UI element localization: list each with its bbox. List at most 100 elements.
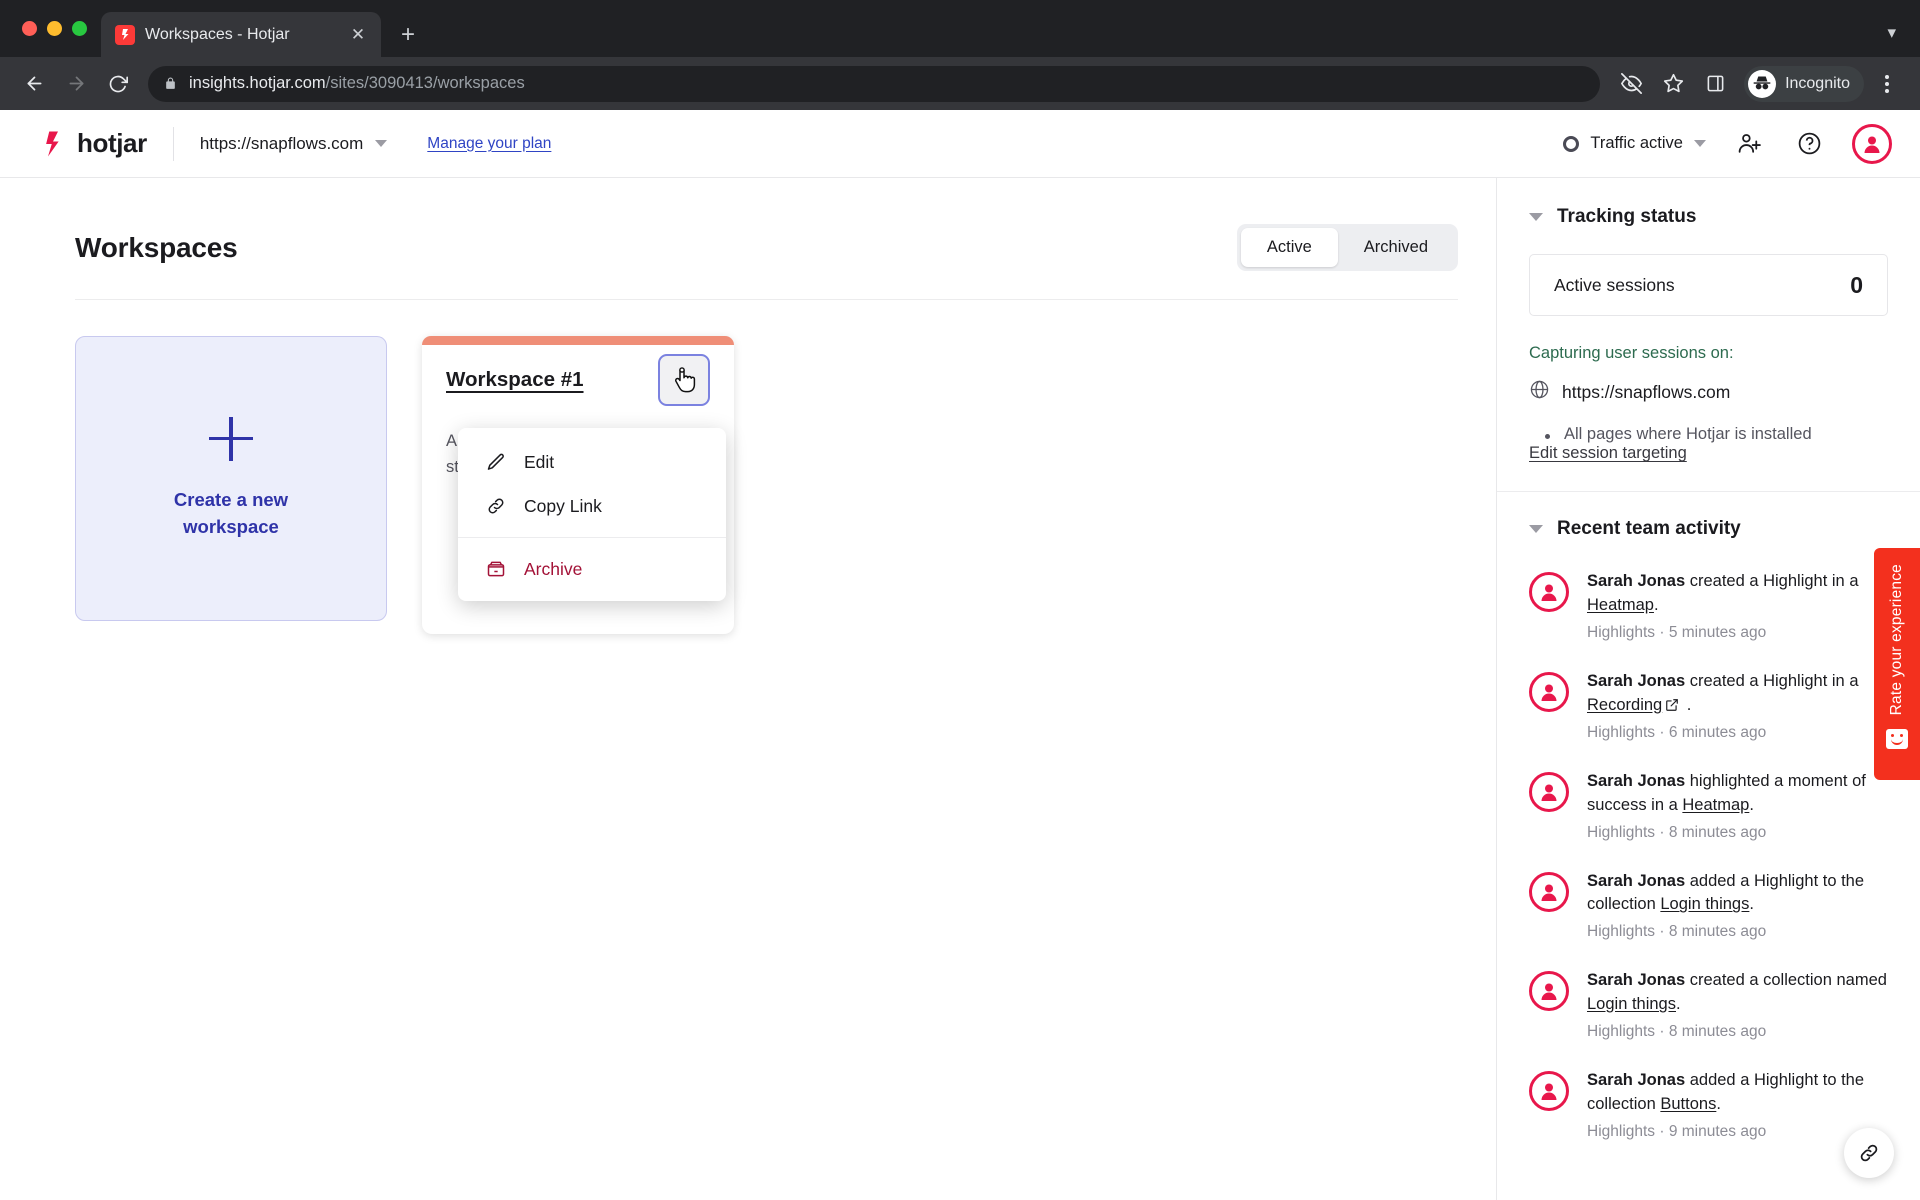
workspace-title-row: Workspace #1: [446, 354, 710, 406]
activity-text: Sarah Jonas created a Highlight in a Rec…: [1587, 670, 1888, 718]
activity-actor: Sarah Jonas: [1587, 771, 1686, 790]
address-bar[interactable]: insights.hotjar.com/sites/3090413/worksp…: [148, 65, 1601, 102]
copy-link-fab[interactable]: [1844, 1128, 1894, 1178]
activity-link[interactable]: Recording: [1587, 696, 1662, 714]
activity-actor: Sarah Jonas: [1587, 572, 1686, 590]
menu-item-archive[interactable]: Archive: [458, 547, 726, 591]
tracking-status-header[interactable]: Tracking status: [1497, 206, 1920, 228]
close-window-button[interactable]: [22, 21, 37, 36]
eye-off-icon[interactable]: [1612, 65, 1650, 103]
link-icon: [485, 495, 507, 517]
url-host: insights.hotjar.com: [189, 74, 326, 92]
menu-item-copy-link[interactable]: Copy Link: [458, 484, 726, 528]
hotjar-logo[interactable]: hotjar: [38, 128, 147, 159]
browser-tab-title: Workspaces - Hotjar: [145, 25, 290, 43]
activity-after: .: [1682, 695, 1692, 714]
three-dot-menu-icon[interactable]: [1868, 74, 1906, 93]
activity-link[interactable]: Login things: [1587, 995, 1676, 1013]
triangle-down-icon: [1529, 525, 1543, 533]
rate-experience-tab[interactable]: Rate your experience: [1874, 548, 1920, 780]
reload-icon[interactable]: [98, 64, 138, 104]
activity-text: Sarah Jonas highlighted a moment of succ…: [1587, 770, 1888, 818]
workspace-options-button[interactable]: [658, 354, 710, 406]
right-sidebar: Tracking status Active sessions 0 Captur…: [1496, 178, 1920, 1200]
lock-icon: [164, 76, 177, 91]
header-divider: [172, 126, 174, 161]
activity-body: Sarah Jonas added a Highlight to the col…: [1587, 870, 1888, 942]
workspace-name-link[interactable]: Workspace #1: [446, 368, 584, 392]
activity-link[interactable]: Login things: [1660, 895, 1749, 913]
activity-body: Sarah Jonas added a Highlight to the col…: [1587, 1069, 1888, 1141]
activity-body: Sarah Jonas created a collection named L…: [1587, 969, 1888, 1041]
tabstrip-right-group: ▾: [1877, 17, 1906, 49]
workspace-card[interactable]: Workspace #1 A workspace to help you get…: [422, 336, 734, 634]
site-selector-value: https://snapflows.com: [199, 133, 364, 153]
incognito-profile-button[interactable]: Incognito: [1744, 65, 1864, 102]
activity-meta: Highlights · 8 minutes ago: [1587, 823, 1767, 841]
bullet-dot-icon: [1545, 434, 1550, 439]
tab-archived[interactable]: Archived: [1338, 228, 1454, 267]
traffic-status-button[interactable]: Traffic active: [1563, 134, 1706, 153]
chevron-down-icon[interactable]: ▾: [1877, 17, 1906, 49]
create-workspace-card[interactable]: Create a new workspace: [75, 336, 387, 621]
activity-actor: Sarah Jonas: [1587, 971, 1686, 990]
user-avatar-icon[interactable]: [1852, 123, 1892, 164]
activity-after: .: [1749, 895, 1754, 914]
activity-link[interactable]: Heatmap: [1587, 596, 1654, 614]
menu-item-copy-link-label: Copy Link: [524, 495, 602, 516]
app-header-right: Traffic active: [1563, 123, 1892, 164]
web-page: hotjar https://snapflows.com Manage your…: [0, 110, 1920, 1200]
avatar: [1529, 871, 1569, 912]
hotjar-mark-icon: [46, 131, 59, 156]
site-selector[interactable]: https://snapflows.com: [199, 133, 388, 154]
capturing-scope-text: All pages where Hotjar is installed: [1564, 425, 1812, 443]
activity-link[interactable]: Heatmap: [1682, 796, 1749, 814]
avatar: [1529, 671, 1569, 712]
activity-list: Sarah Jonas created a Highlight in a Hea…: [1497, 570, 1920, 1189]
minimize-window-button[interactable]: [47, 21, 62, 36]
activity-item: Sarah Jonas highlighted a moment of succ…: [1497, 770, 1920, 870]
activity-body: Sarah Jonas created a Highlight in a Hea…: [1587, 570, 1888, 642]
new-tab-button[interactable]: +: [391, 18, 425, 52]
chevron-down-icon: [1694, 140, 1706, 147]
browser-window: Workspaces - Hotjar ✕ + ▾ insights.hotja…: [0, 0, 1920, 1200]
main-content: Workspaces Active Archived Create a new …: [0, 178, 1496, 1200]
browser-tab[interactable]: Workspaces - Hotjar ✕: [101, 12, 381, 57]
activity-after: .: [1676, 995, 1681, 1014]
activity-after: .: [1716, 1095, 1721, 1114]
forward-arrow-icon[interactable]: [56, 64, 96, 104]
menu-item-edit[interactable]: Edit: [458, 440, 726, 484]
activity-meta: Highlights · 8 minutes ago: [1587, 923, 1767, 941]
triangle-down-icon: [1529, 213, 1543, 221]
activity-actor: Sarah Jonas: [1587, 671, 1686, 690]
activity-after: .: [1749, 795, 1754, 814]
tab-active[interactable]: Active: [1240, 228, 1338, 267]
help-circle-icon[interactable]: [1792, 127, 1826, 161]
side-panel-icon[interactable]: [1696, 65, 1734, 103]
traffic-status-label: Traffic active: [1590, 134, 1683, 152]
manage-plan-link[interactable]: Manage your plan: [427, 135, 551, 153]
close-tab-button[interactable]: ✕: [345, 22, 371, 48]
toolbar-icon-group: Incognito: [1612, 65, 1906, 103]
pointer-hand-cursor-icon: [675, 367, 696, 393]
hotjar-favicon-icon: [115, 24, 135, 45]
recent-activity-title: Recent team activity: [1557, 518, 1741, 539]
activity-item: Sarah Jonas created a Highlight in a Hea…: [1497, 570, 1920, 670]
add-user-icon[interactable]: [1732, 127, 1766, 161]
browser-tabstrip: Workspaces - Hotjar ✕ + ▾: [0, 0, 1920, 57]
activity-before: created a collection named: [1685, 971, 1887, 990]
recent-activity-header[interactable]: Recent team activity: [1497, 518, 1920, 540]
activity-body: Sarah Jonas created a Highlight in a Rec…: [1587, 670, 1888, 742]
activity-link[interactable]: Buttons: [1660, 1095, 1716, 1113]
sidebar-divider: [1497, 491, 1920, 492]
external-link-icon: [1665, 698, 1679, 712]
capturing-scope-bullet: All pages where Hotjar is installed: [1545, 425, 1888, 444]
maximize-window-button[interactable]: [72, 21, 87, 36]
star-icon[interactable]: [1654, 65, 1692, 103]
edit-session-targeting-link[interactable]: Edit session targeting: [1529, 444, 1687, 462]
page-body: Workspaces Active Archived Create a new …: [0, 178, 1920, 1200]
avatar: [1529, 771, 1569, 812]
workspace-filter-tabs: Active Archived: [1236, 224, 1458, 271]
back-arrow-icon[interactable]: [14, 64, 54, 104]
incognito-icon: [1748, 69, 1777, 98]
